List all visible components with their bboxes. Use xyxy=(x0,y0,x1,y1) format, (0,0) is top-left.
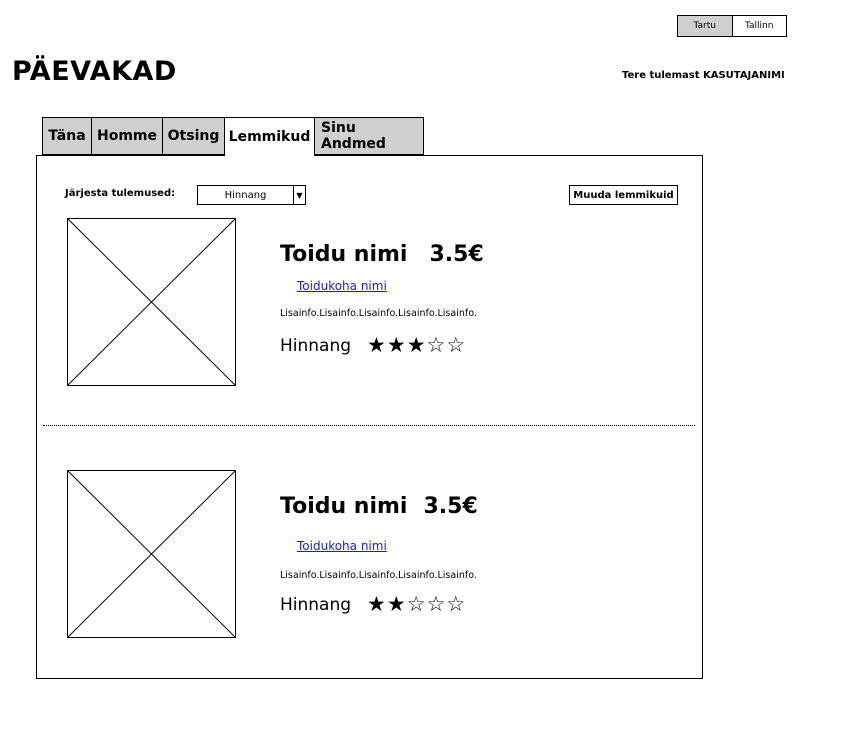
tab-tana[interactable]: Täna xyxy=(42,117,91,155)
food-name: Toidu nimi xyxy=(280,494,408,519)
food-name: Toidu nimi xyxy=(280,242,408,267)
star-filled-icon: ★ xyxy=(367,333,386,357)
rating-stars: ★ ★ ★ ☆ ☆ xyxy=(367,335,466,356)
favorites-panel: Järjesta tulemused: Hinnang ▼ Muuda lemm… xyxy=(36,155,703,679)
item-divider xyxy=(43,425,695,426)
place-link[interactable]: Toidukoha nimi xyxy=(297,539,387,553)
tab-sinu-andmed[interactable]: Sinu Andmed xyxy=(314,117,424,155)
edit-favorites-button[interactable]: Muuda lemmikuid xyxy=(569,185,678,205)
extra-info: Lisainfo.Lisainfo.Lisainfo.Lisainfo.Lisa… xyxy=(280,570,477,581)
star-empty-icon: ☆ xyxy=(446,333,466,357)
food-price: 3.5€ xyxy=(429,242,484,267)
star-empty-icon: ☆ xyxy=(406,592,426,616)
star-filled-icon: ★ xyxy=(367,592,386,616)
app-title: PÄEVAKAD xyxy=(12,56,177,87)
tab-lemmikud[interactable]: Lemmikud xyxy=(224,117,314,156)
star-empty-icon: ☆ xyxy=(446,592,466,616)
sort-select[interactable]: Hinnang ▼ xyxy=(197,185,306,205)
food-image-placeholder xyxy=(67,218,236,386)
welcome-text: Tere tulemast KASUTAJANIMI xyxy=(622,70,785,81)
rating-row: Hinnang ★ ★ ☆ ☆ ☆ xyxy=(280,594,466,615)
star-filled-icon: ★ xyxy=(386,333,406,357)
city-toggle: Tartu Tallinn xyxy=(677,15,787,37)
tab-otsing[interactable]: Otsing xyxy=(162,117,224,155)
tab-homme[interactable]: Homme xyxy=(91,117,162,155)
rating-label: Hinnang xyxy=(280,594,352,615)
star-empty-icon: ☆ xyxy=(426,592,446,616)
city-button-tartu[interactable]: Tartu xyxy=(678,16,733,36)
chevron-down-icon[interactable]: ▼ xyxy=(293,186,305,204)
food-title-row: Toidu nimi 3.5€ xyxy=(280,494,478,519)
rating-row: Hinnang ★ ★ ★ ☆ ☆ xyxy=(280,335,466,356)
star-empty-icon: ☆ xyxy=(426,333,446,357)
food-price: 3.5€ xyxy=(423,494,478,519)
star-filled-icon: ★ xyxy=(406,333,426,357)
sort-label: Järjesta tulemused: xyxy=(65,188,176,199)
food-title-row: Toidu nimi 3.5€ xyxy=(280,242,484,267)
rating-label: Hinnang xyxy=(280,335,352,356)
city-button-tallinn[interactable]: Tallinn xyxy=(732,16,786,36)
food-image-placeholder xyxy=(67,470,236,638)
tab-bar: Täna Homme Otsing Lemmikud Sinu Andmed xyxy=(42,117,424,156)
rating-stars: ★ ★ ☆ ☆ ☆ xyxy=(367,594,466,615)
sort-select-value: Hinnang xyxy=(224,189,267,201)
star-filled-icon: ★ xyxy=(386,592,406,616)
place-link[interactable]: Toidukoha nimi xyxy=(297,279,387,293)
extra-info: Lisainfo.Lisainfo.Lisainfo.Lisainfo.Lisa… xyxy=(280,308,477,319)
